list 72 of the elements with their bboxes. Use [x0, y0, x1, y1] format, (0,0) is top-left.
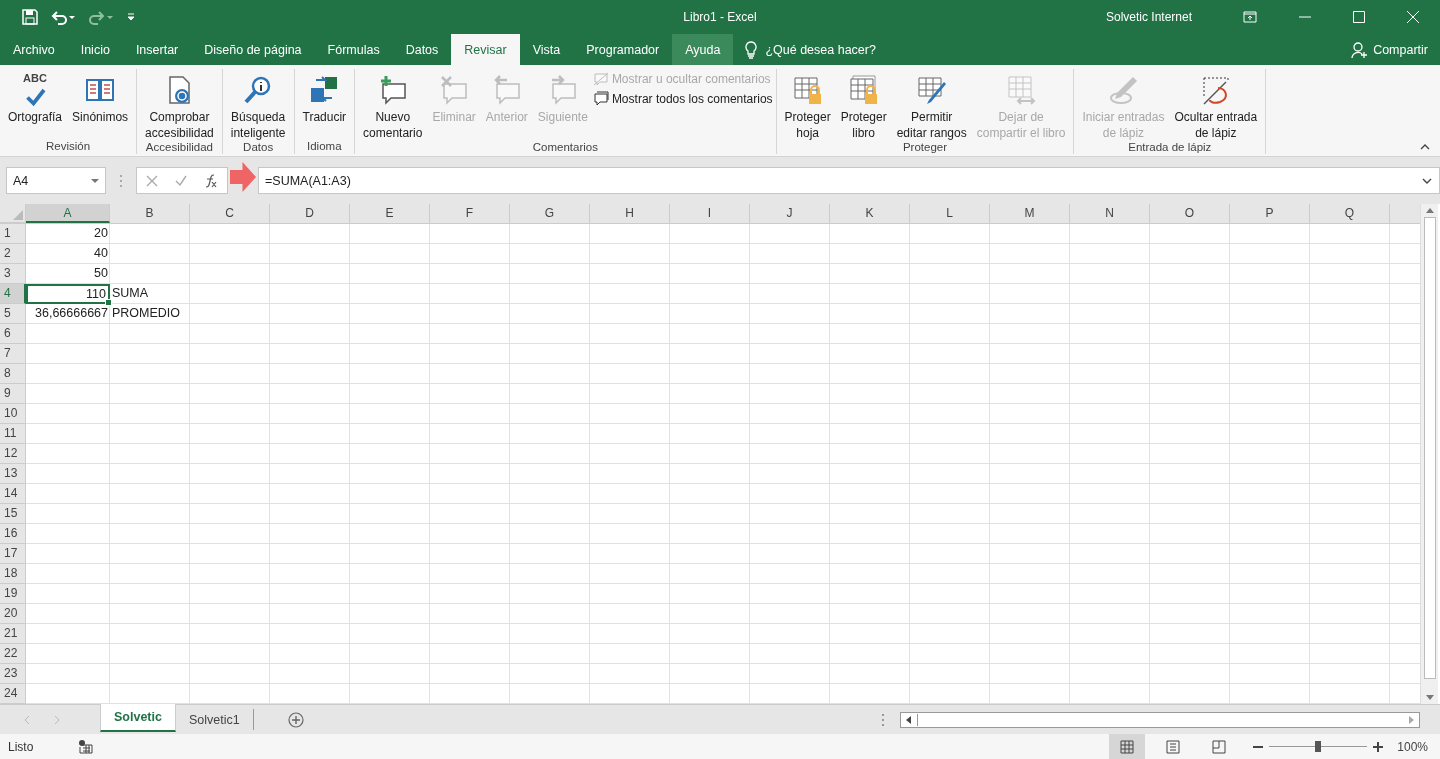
ribbon-button[interactable]: ABC Ortografía: [3, 69, 68, 140]
ribbon-tab[interactable]: Datos: [392, 34, 452, 65]
row-header[interactable]: 8: [0, 364, 26, 384]
ribbon-button[interactable]: Mostrar todos los comentarios: [592, 91, 773, 107]
row-header[interactable]: 12: [0, 444, 26, 464]
row-header[interactable]: 16: [0, 524, 26, 544]
window-title: Libro1 - Excel: [682, 10, 758, 24]
ribbon-button[interactable]: Nuevo comentario: [358, 69, 428, 141]
ribbon-tab[interactable]: Ayuda: [672, 34, 734, 65]
ribbon-tab[interactable]: Revisar: [451, 34, 520, 65]
ribbon-button[interactable]: Comprobar accesibilidad: [140, 69, 219, 141]
group-label: Comentarios: [531, 141, 599, 155]
sheet-tab[interactable]: Solvetic: [100, 704, 176, 732]
ribbon-button[interactable]: Permitir editar rangos: [891, 69, 972, 141]
row-header[interactable]: 2: [0, 244, 26, 264]
row-header[interactable]: 17: [0, 544, 26, 564]
ribbon-tab[interactable]: Archivo: [0, 34, 68, 65]
ribbon-button[interactable]: Búsqueda inteligente: [225, 69, 291, 141]
table-cell-text: 20: [93, 225, 109, 242]
ribbon-button[interactable]: Proteger hoja: [779, 69, 836, 141]
table-cell-text: 40: [93, 245, 109, 262]
share-button[interactable]: Compartir: [1339, 34, 1440, 65]
column-header[interactable]: A: [26, 204, 110, 223]
ribbon-tab[interactable]: Vista: [519, 34, 574, 65]
ribbon-button[interactable]: Sinónimos: [67, 69, 134, 140]
ribbon-tab[interactable]: Insertar: [122, 34, 192, 65]
ribbon-tab[interactable]: Inicio: [67, 34, 123, 65]
group-label: Accesibilidad: [144, 141, 214, 155]
row-header[interactable]: 11: [0, 424, 26, 444]
group-label: Revisión: [44, 140, 92, 154]
group-label: Datos: [242, 141, 275, 155]
status-text: Listo: [8, 739, 34, 754]
row-header[interactable]: 22: [0, 644, 26, 664]
row-header[interactable]: 13: [0, 464, 26, 484]
row-header[interactable]: 4: [0, 284, 26, 304]
cell-grid[interactable]: 20 40 50 110 SUMA 36,66666667 PROMEDIO: [26, 224, 1420, 704]
zoom-level[interactable]: 100%: [1397, 739, 1428, 754]
row-header[interactable]: 6: [0, 324, 26, 344]
group-label: Idioma: [306, 140, 343, 154]
row-header[interactable]: 21: [0, 624, 26, 644]
row-header[interactable]: 23: [0, 664, 26, 684]
ribbon-button[interactable]: Traducir: [297, 69, 352, 140]
table-cell-text: 36,66666667: [34, 305, 109, 322]
row-header[interactable]: 15: [0, 504, 26, 524]
table-cell: 110: [26, 284, 110, 304]
table-cell-text: 50: [93, 265, 109, 282]
row-header[interactable]: 18: [0, 564, 26, 584]
table-cell-text: SUMA: [111, 285, 150, 302]
icon-caption: ABC: [23, 72, 47, 84]
row-header[interactable]: 3: [0, 264, 26, 284]
row-header[interactable]: 20: [0, 604, 26, 624]
group-label: Entrada de lápiz: [1127, 141, 1213, 155]
ribbon-button[interactable]: Proteger libro: [835, 69, 892, 141]
table-cell-text: PROMEDIO: [111, 305, 182, 322]
ribbon-button[interactable]: Ocultar entrada de lápiz: [1169, 69, 1263, 141]
group-label: Proteger: [901, 141, 949, 155]
row-header[interactable]: 14: [0, 484, 26, 504]
row-header[interactable]: 19: [0, 584, 26, 604]
formula-field[interactable]: =SUMA(A1:A3): [258, 167, 1440, 194]
ribbon-tab[interactable]: Fórmulas: [314, 34, 393, 65]
row-header[interactable]: 10: [0, 404, 26, 424]
tell-me-field[interactable]: ¿Qué desea hacer?: [765, 42, 876, 57]
ribbon-tab[interactable]: Diseño de página: [191, 34, 315, 65]
row-header[interactable]: 5: [0, 304, 26, 324]
row-header[interactable]: 1: [0, 224, 26, 244]
name-box[interactable]: A4: [6, 167, 106, 194]
row-header[interactable]: 7: [0, 344, 26, 364]
sheet-tab[interactable]: Solvetic1: [175, 709, 254, 730]
ribbon-tab[interactable]: Programador: [573, 34, 673, 65]
user-name: Solvetic Internet: [1105, 10, 1192, 24]
row-header[interactable]: 24: [0, 684, 26, 704]
row-header[interactable]: 9: [0, 384, 26, 404]
